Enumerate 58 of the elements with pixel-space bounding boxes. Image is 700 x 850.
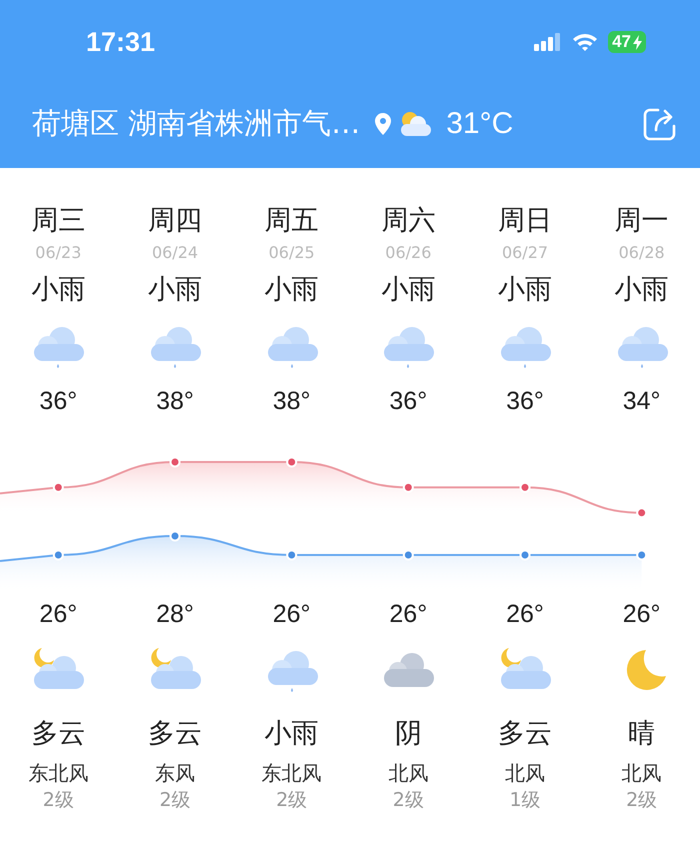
wind-direction: 北风 <box>504 760 545 787</box>
low-temperature: 26° <box>39 599 78 630</box>
wind-level: 1级 <box>509 788 541 813</box>
night-weather-label: 小雨 <box>264 717 319 751</box>
high-temperature: 38° <box>272 386 311 417</box>
high-temperature: 36° <box>39 386 78 417</box>
date-label: 06/26 <box>385 242 432 264</box>
night-weather-label: 多云 <box>498 717 552 751</box>
wind-level: 2级 <box>42 788 74 813</box>
wind-level: 2级 <box>159 788 191 813</box>
wind-direction: 东北风 <box>28 760 88 787</box>
wind-direction: 北风 <box>388 760 428 787</box>
wind-direction: 东北风 <box>262 760 322 787</box>
wind-level: 2级 <box>626 788 658 813</box>
high-temperature: 34° <box>622 386 661 417</box>
weekday-label: 周一 <box>614 204 669 238</box>
location-title[interactable]: 荷塘区 湖南省株洲市气… <box>32 104 360 144</box>
night-weather-label: 多云 <box>31 717 86 751</box>
low-temperature: 28° <box>156 599 194 630</box>
date-label: 06/28 <box>618 242 665 264</box>
wind-level: 2级 <box>276 788 308 813</box>
wind-direction: 东风 <box>154 760 195 787</box>
day-weather-label: 小雨 <box>264 273 319 307</box>
location-pin-icon <box>374 112 392 136</box>
high-temperature: 38° <box>156 386 194 417</box>
sun-cloud-icon <box>398 110 432 138</box>
high-temperature: 36° <box>506 386 544 417</box>
night-weather-label: 阴 <box>394 717 422 751</box>
day-weather-label: 小雨 <box>31 273 86 307</box>
low-temperature: 26° <box>389 599 428 630</box>
low-temperature: 26° <box>622 599 661 630</box>
wind-direction: 北风 <box>622 760 662 787</box>
signal-icon <box>534 33 562 51</box>
high-temperature: 36° <box>389 386 428 417</box>
date-label: 06/23 <box>35 242 82 264</box>
weekday-label: 周六 <box>381 204 436 238</box>
date-label: 06/25 <box>268 242 315 264</box>
date-label: 06/27 <box>502 242 548 264</box>
low-temperature: 26° <box>506 599 544 630</box>
night-weather-label: 晴 <box>628 717 656 751</box>
day-weather-label: 小雨 <box>148 273 202 307</box>
weekday-label: 周五 <box>264 204 319 238</box>
share-icon <box>642 106 678 142</box>
current-temperature: 31°C <box>446 107 514 141</box>
day-weather-label: 小雨 <box>498 273 552 307</box>
weekday-label: 周日 <box>498 204 552 238</box>
wifi-icon <box>572 32 598 52</box>
date-label: 06/24 <box>152 242 198 264</box>
night-weather-label: 多云 <box>148 717 202 751</box>
share-button[interactable] <box>642 106 678 142</box>
status-time: 17:31 <box>86 26 156 58</box>
low-temperature: 26° <box>272 599 311 630</box>
weekday-label: 周四 <box>148 204 202 238</box>
weekday-label: 周三 <box>31 204 86 238</box>
day-weather-label: 小雨 <box>614 273 669 307</box>
wind-level: 2级 <box>392 788 424 813</box>
battery-indicator: 47 <box>608 31 646 53</box>
day-weather-label: 小雨 <box>381 273 436 307</box>
